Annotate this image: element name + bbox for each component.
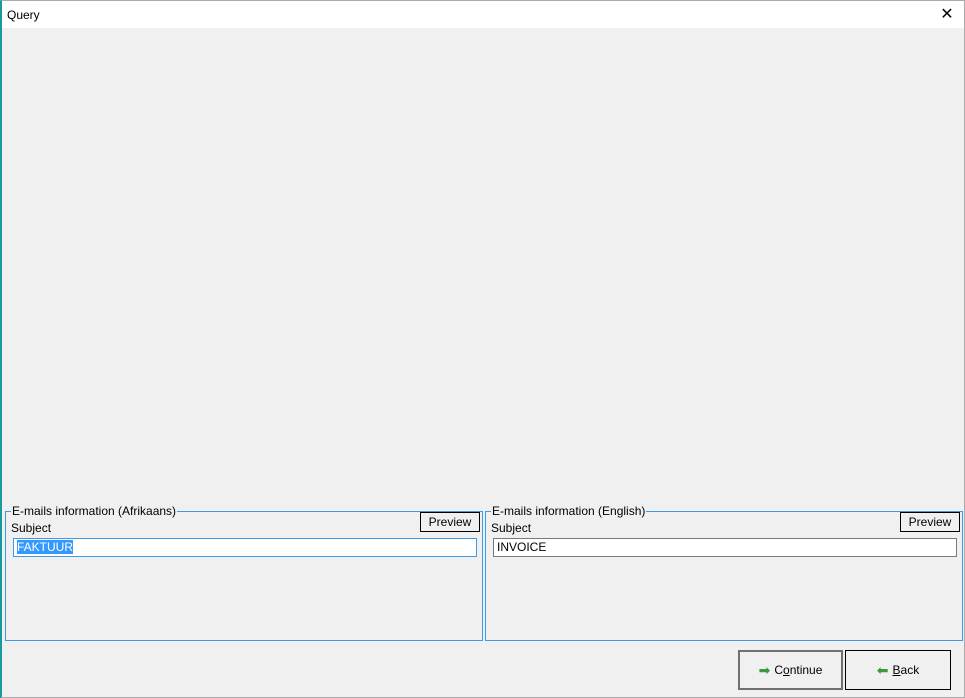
- subject-input-english[interactable]: INVOICE: [493, 538, 957, 557]
- continue-label: Continue: [774, 663, 823, 677]
- subject-label: Subject: [491, 521, 532, 535]
- window-title: Query: [7, 8, 40, 22]
- continue-button[interactable]: ➡ Continue: [738, 650, 843, 690]
- english-email-group: E-mails information (English) Subject Pr…: [485, 504, 963, 641]
- subject-input-afrikaans[interactable]: FAKTUUR: [13, 538, 477, 557]
- arrow-right-icon: ➡: [758, 661, 771, 678]
- subject-label: Subject: [11, 521, 52, 535]
- title-bar: Query ✕: [2, 1, 964, 28]
- preview-button-english[interactable]: Preview: [900, 512, 960, 532]
- query-dialog: Query ✕ E-mails information (Afrikaans) …: [0, 0, 965, 698]
- subject-value: INVOICE: [497, 540, 547, 554]
- arrow-left-icon: ⬅: [876, 661, 889, 678]
- close-icon[interactable]: ✕: [936, 4, 958, 26]
- group-legend: E-mails information (English): [491, 504, 647, 518]
- preview-button-afrikaans[interactable]: Preview: [420, 512, 480, 532]
- afrikaans-email-group: E-mails information (Afrikaans) Subject …: [5, 504, 483, 641]
- group-legend: E-mails information (Afrikaans): [11, 504, 178, 518]
- subject-value: FAKTUUR: [17, 540, 74, 554]
- back-button[interactable]: ⬅ Back: [845, 650, 951, 690]
- back-label: Back: [892, 663, 920, 677]
